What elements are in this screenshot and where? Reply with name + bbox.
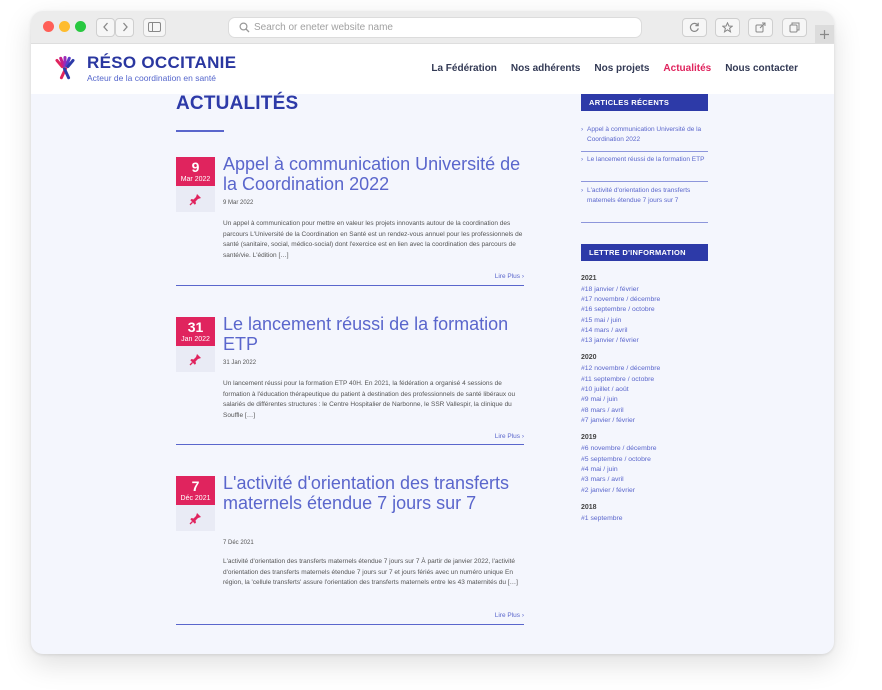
address-bar[interactable]: Search or eneter website name [228, 17, 642, 38]
minimize-window-button[interactable] [59, 21, 70, 32]
newsletter-issue-link[interactable]: #10 juillet / août [581, 386, 629, 393]
newsletter-issue-link[interactable]: #5 septembre / octobre [581, 456, 651, 463]
tabs-icon [789, 22, 800, 33]
newsletter-issue-link[interactable]: #16 septembre / octobre [581, 306, 655, 313]
newsletter-issue-link[interactable]: #13 janvier / février [581, 337, 639, 344]
pin-badge [176, 505, 215, 531]
newsletter-issue-link[interactable]: #6 novembre / décembre [581, 445, 657, 452]
newsletter-issue-link[interactable]: #12 novembre / décembre [581, 365, 660, 372]
reso-logo-icon[interactable] [51, 54, 79, 82]
recent-articles-heading: ARTICLES RÉCENTS [581, 94, 708, 111]
read-more-link[interactable]: Lire Plus › [495, 273, 524, 280]
sidebar-toggle-button[interactable] [143, 18, 166, 37]
article-date: 9 Mar 2022 [223, 200, 254, 206]
newsletter-year: 2018 [581, 504, 597, 511]
site-header: RÉSO OCCITANIE Acteur de la coordination… [31, 44, 834, 94]
share-button[interactable] [748, 18, 773, 37]
bookmark-button[interactable] [715, 18, 740, 37]
article-date: 31 Jan 2022 [223, 360, 257, 366]
pin-badge [176, 186, 215, 212]
article-excerpt: L'activité d'orientation des transferts … [223, 558, 518, 586]
chevron-right-icon [122, 22, 128, 32]
article-title[interactable]: Le lancement réussi de la formation ETP [223, 314, 523, 354]
browser-toolbar: Search or eneter website name [31, 11, 834, 44]
recent-article-item[interactable]: › L'activité d'orientation des transfert… [581, 186, 708, 223]
article-excerpt: Un lancement réussi pour la formation ET… [223, 380, 516, 419]
newsletter-issue-link[interactable]: #8 mars / avril [581, 407, 624, 414]
reload-button[interactable] [682, 18, 707, 37]
newsletter-issue-link[interactable]: #1 septembre [581, 515, 623, 522]
main-nav: La Fédération Nos adhérents Nos projets … [431, 63, 798, 74]
address-placeholder: Search or eneter website name [254, 22, 393, 33]
article-divider [176, 285, 524, 286]
article-divider [176, 624, 524, 625]
new-tab-button[interactable] [815, 25, 834, 43]
article-title[interactable]: Appel à communication Université de la C… [223, 154, 523, 194]
date-month: Déc 2021 [180, 495, 211, 502]
site-brand[interactable]: RÉSO OCCITANIE [87, 53, 236, 73]
newsletter-issue-link[interactable]: #3 mars / avril [581, 476, 624, 483]
title-underline [176, 130, 224, 132]
recent-article-label[interactable]: Appel à communication Université de la C… [581, 125, 708, 145]
recent-article-item[interactable]: › Le lancement réussi de la formation ET… [581, 155, 708, 182]
share-icon [755, 22, 766, 33]
article-divider [176, 444, 524, 445]
date-day: 7 [191, 478, 200, 494]
maximize-window-button[interactable] [75, 21, 86, 32]
reload-icon [689, 22, 699, 32]
newsletter-year: 2019 [581, 434, 597, 441]
date-day: 9 [191, 159, 200, 175]
browser-window: Search or eneter website name RÉSO OCCIT… [31, 11, 834, 654]
newsletter-year: 2021 [581, 275, 597, 282]
read-more-link[interactable]: Lire Plus › [495, 433, 524, 440]
newsletter-year: 2020 [581, 354, 597, 361]
article-excerpt: Un appel à communication pour mettre en … [223, 220, 523, 259]
pushpin-icon [189, 194, 201, 206]
date-month: Jan 2022 [181, 336, 210, 343]
read-more-link[interactable]: Lire Plus › [495, 612, 524, 619]
date-day: 31 [187, 319, 204, 335]
newsletter-heading: LETTRE D'INFORMATION [581, 244, 708, 261]
page-title: ACTUALITÉS [176, 93, 299, 114]
search-icon [239, 22, 250, 33]
nav-item-federation[interactable]: La Fédération [431, 63, 497, 74]
nav-item-contact[interactable]: Nous contacter [725, 63, 798, 74]
article-title[interactable]: L'activité d'orientation des transferts … [223, 473, 523, 513]
plus-icon [820, 30, 829, 39]
back-button[interactable] [96, 18, 115, 37]
nav-item-adherents[interactable]: Nos adhérents [511, 63, 580, 74]
pushpin-icon [189, 354, 201, 366]
date-month: Mar 2022 [180, 176, 211, 183]
site-tagline: Acteur de la coordination en santé [87, 73, 217, 83]
article-card: 7 Déc 2021 L'activité d'orientation des … [176, 473, 524, 626]
chevron-left-icon [102, 22, 108, 32]
recent-article-item[interactable]: › Appel à communication Université de la… [581, 125, 708, 152]
article-card: 9 Mar 2022 Appel à communication Univers… [176, 154, 524, 287]
close-window-button[interactable] [43, 21, 54, 32]
tabs-button[interactable] [782, 18, 807, 37]
date-badge: 31 Jan 2022 [176, 317, 215, 346]
article-date: 7 Déc 2021 [223, 540, 254, 546]
newsletter-issue-link[interactable]: #18 janvier / février [581, 286, 639, 293]
recent-article-label[interactable]: Le lancement réussi de la formation ETP [581, 155, 708, 165]
newsletter-issue-link[interactable]: #15 mai / juin [581, 317, 621, 324]
newsletter-issue-link[interactable]: #2 janvier / février [581, 487, 635, 494]
date-badge: 9 Mar 2022 [176, 157, 215, 186]
date-badge: 7 Déc 2021 [176, 476, 215, 505]
newsletter-issue-link[interactable]: #11 septembre / octobre [581, 376, 654, 383]
newsletter-issue-link[interactable]: #9 mai / juin [581, 396, 618, 403]
newsletter-issue-link[interactable]: #7 janvier / février [581, 417, 635, 424]
nav-item-projets[interactable]: Nos projets [594, 63, 649, 74]
newsletter-issue-link[interactable]: #4 mai / juin [581, 466, 618, 473]
newsletter-issue-link[interactable]: #14 mars / avril [581, 327, 627, 334]
newsletter-issue-link[interactable]: #17 novembre / décembre [581, 296, 660, 303]
forward-button[interactable] [115, 18, 134, 37]
sidebar-icon [148, 22, 161, 32]
article-card: 31 Jan 2022 Le lancement réussi de la fo… [176, 314, 524, 447]
recent-article-label[interactable]: L'activité d'orientation des transferts … [581, 186, 708, 206]
star-icon [721, 21, 734, 33]
nav-item-actualites[interactable]: Actualités [663, 63, 711, 74]
pin-badge [176, 346, 215, 372]
pushpin-icon [189, 513, 201, 525]
